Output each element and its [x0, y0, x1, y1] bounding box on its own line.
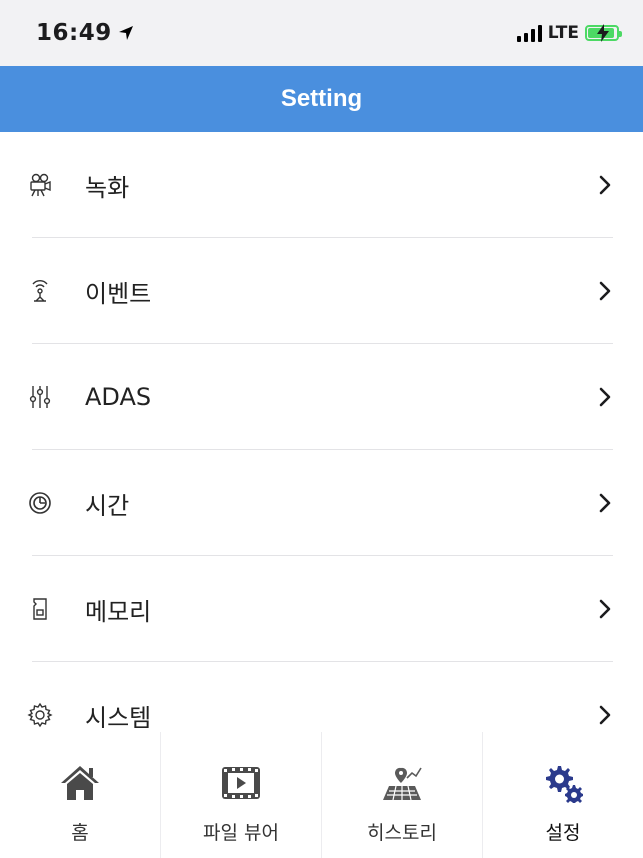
chevron-right-icon — [599, 705, 611, 725]
chevron-right-icon — [599, 599, 611, 619]
map-pin-icon — [381, 762, 423, 804]
menu-item-label: 녹화 — [85, 173, 130, 202]
network-type: LTE — [547, 23, 579, 43]
chevron-right-icon — [599, 281, 611, 301]
home-icon — [59, 762, 101, 804]
page-title: Setting — [280, 85, 363, 112]
location-arrow-icon — [118, 26, 133, 40]
clock-icon — [27, 490, 53, 516]
menu-item-label: ADAS — [85, 383, 152, 411]
menu-item-memory[interactable]: 메모리 — [0, 556, 643, 662]
menu-item-recording[interactable]: 녹화 — [0, 132, 643, 238]
status-indicators: LTE — [516, 23, 622, 43]
status-time-group: 16:49 — [36, 20, 134, 46]
antenna-icon — [27, 278, 53, 304]
status-bar: 16:49 LTE — [0, 0, 643, 66]
tab-bar: 홈 파일 뷰어 히스토리 설정 — [0, 732, 643, 858]
menu-item-event[interactable]: 이벤트 — [0, 238, 643, 344]
menu-item-label: 이벤트 — [85, 279, 152, 308]
navigation-header: Setting — [0, 66, 643, 132]
menu-item-label: 메모리 — [85, 597, 152, 626]
signal-bars-icon — [516, 24, 542, 42]
chevron-right-icon — [599, 387, 611, 407]
camcorder-icon — [27, 172, 53, 198]
settings-menu: 녹화 이벤트 ADAS 시간 메모리 시스템 — [0, 132, 643, 768]
battery-charging-icon — [585, 24, 622, 42]
tab-file-viewer[interactable]: 파일 뷰어 — [160, 732, 321, 858]
status-time: 16:49 — [36, 20, 112, 46]
tab-history[interactable]: 히스토리 — [321, 732, 482, 858]
gear-icon — [27, 702, 53, 728]
tab-label: 파일 뷰어 — [203, 822, 279, 844]
menu-item-time[interactable]: 시간 — [0, 450, 643, 556]
chevron-right-icon — [599, 175, 611, 195]
sd-card-icon — [27, 596, 53, 622]
menu-item-label: 시간 — [85, 491, 130, 520]
video-file-icon — [220, 762, 262, 804]
tab-label: 히스토리 — [367, 822, 437, 844]
menu-item-adas[interactable]: ADAS — [0, 344, 643, 450]
tab-settings[interactable]: 설정 — [482, 732, 643, 858]
tab-label: 설정 — [545, 822, 581, 844]
tab-label: 홈 — [71, 822, 89, 844]
tab-home[interactable]: 홈 — [0, 732, 160, 858]
sliders-icon — [27, 384, 53, 410]
chevron-right-icon — [599, 493, 611, 513]
gears-icon — [542, 762, 584, 804]
menu-item-label: 시스템 — [85, 703, 152, 732]
